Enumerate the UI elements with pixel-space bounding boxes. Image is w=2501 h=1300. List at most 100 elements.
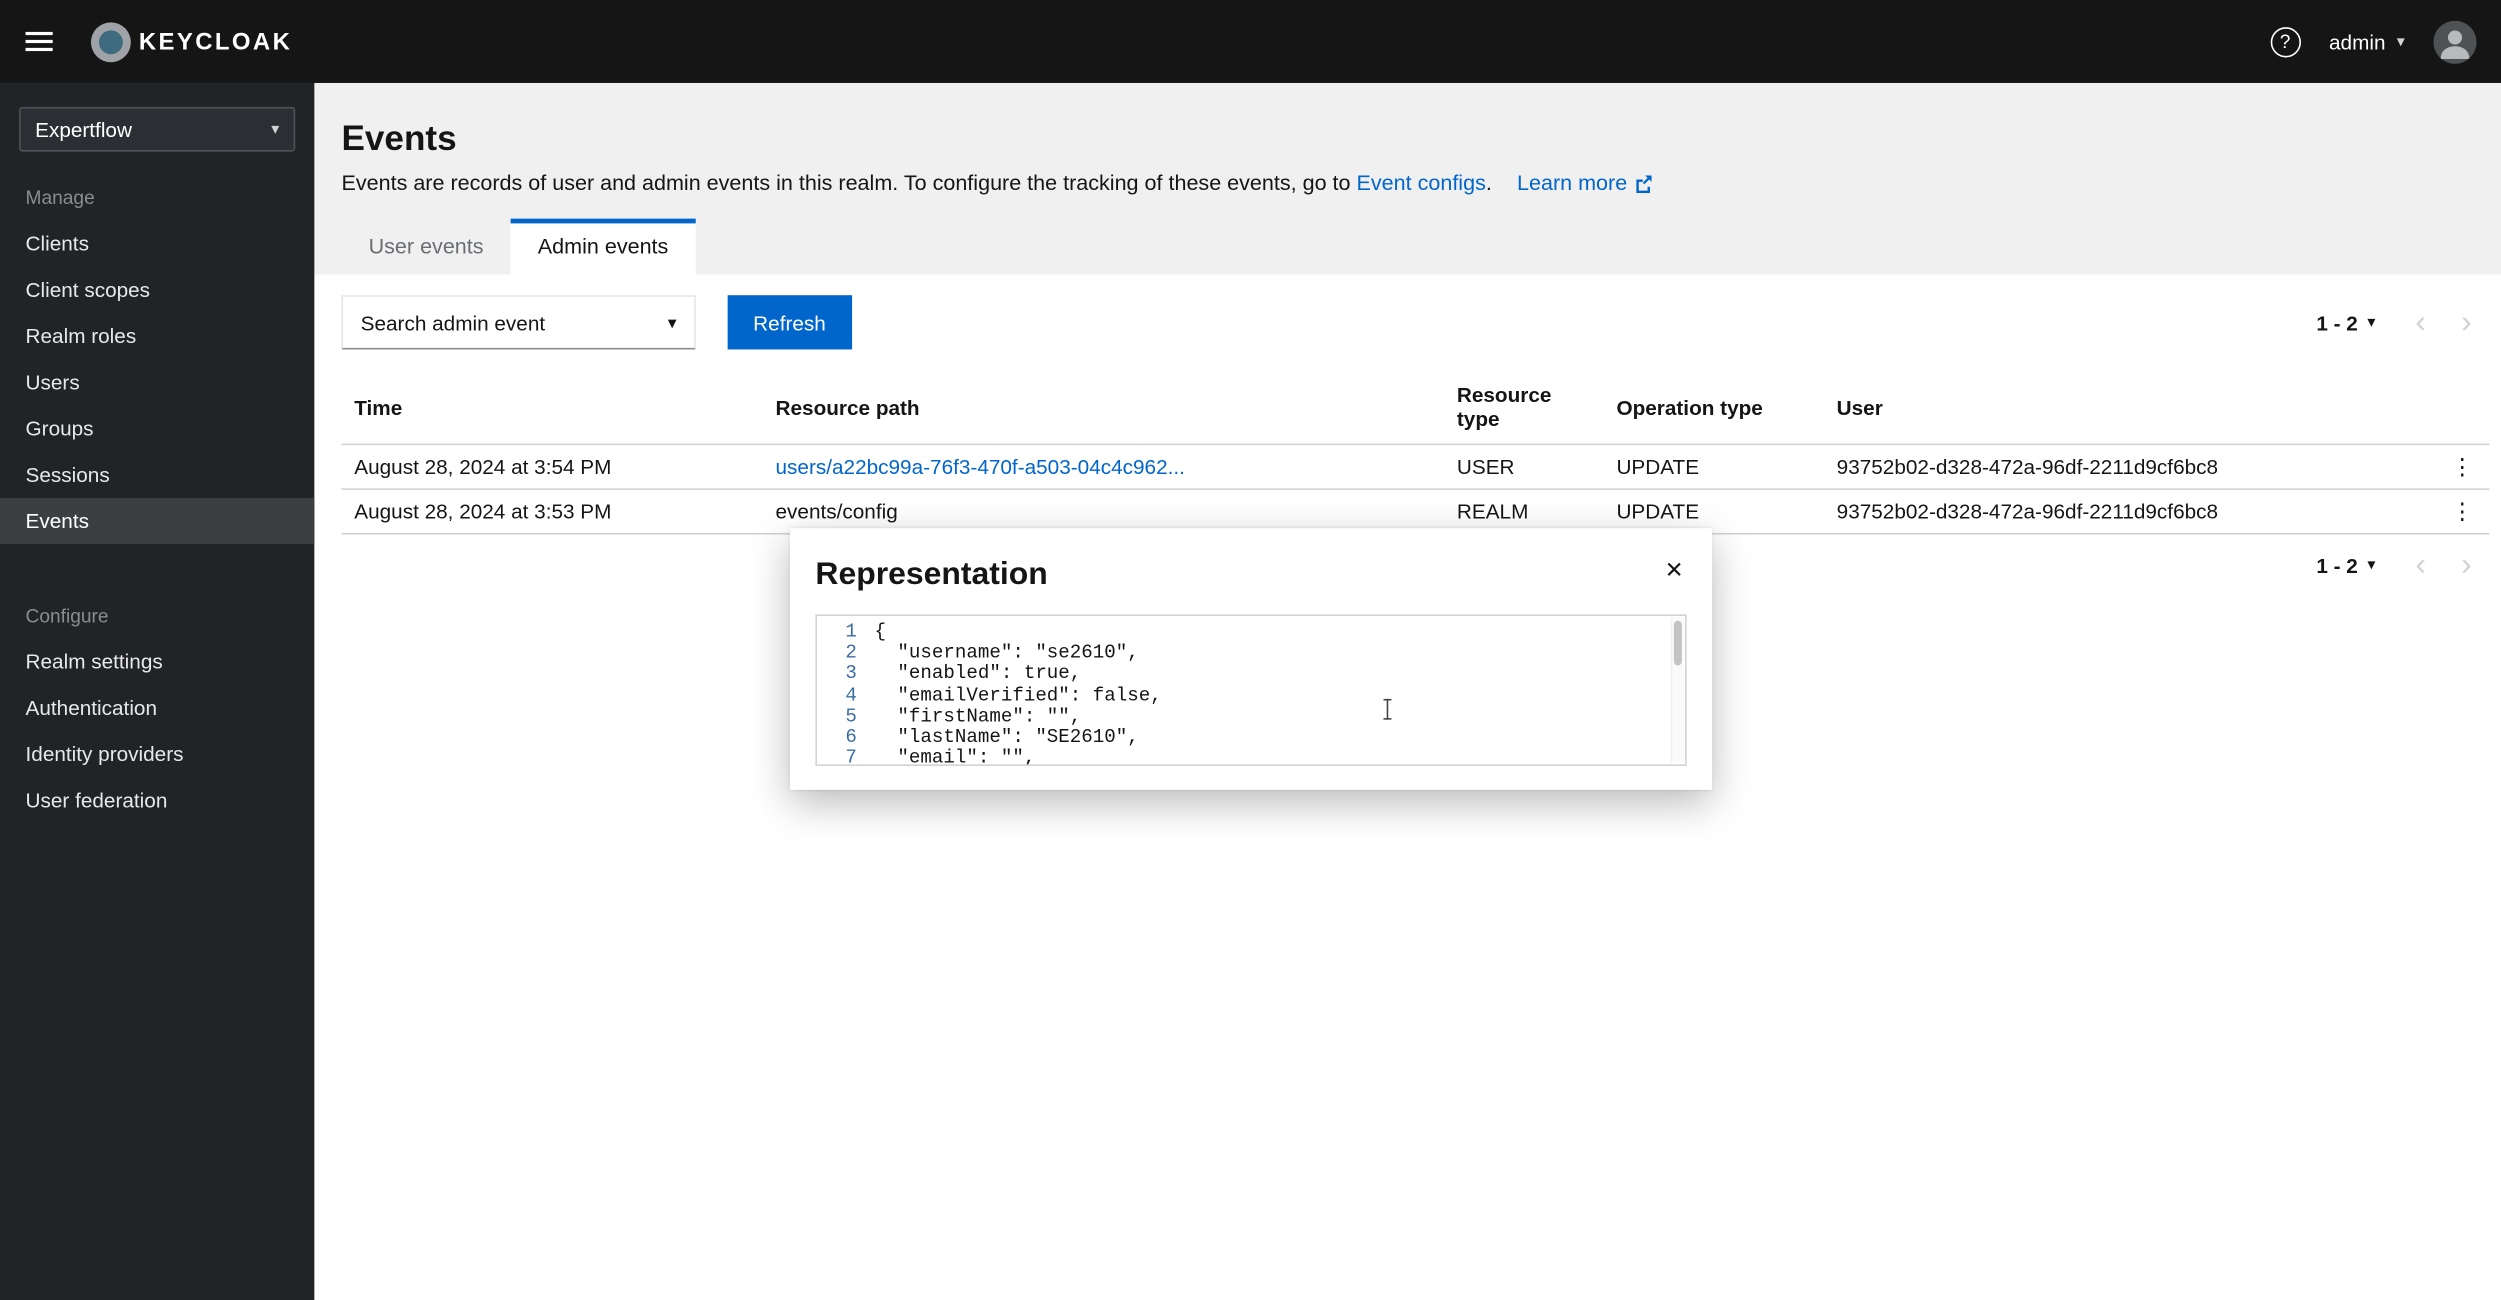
keycloak-logo: KEYCLOAK <box>91 22 292 62</box>
admin-events-table: Time Resource path Resource type Operati… <box>341 370 2489 534</box>
column-header-resource-type: Resource type <box>1444 370 1604 443</box>
sidebar-item-users[interactable]: Users <box>0 359 314 405</box>
code-text: "lastName": "SE2610", <box>874 728 1138 749</box>
previous-page-button[interactable]: ‹ <box>2398 549 2444 581</box>
cell-user: 93752b02-d328-472a-96df-2211d9cf6bc8 <box>1824 445 2426 488</box>
pagination-top: 1 - 2 ▾ ‹ › <box>2316 306 2489 338</box>
sidebar-item-realm-settings[interactable]: Realm settings <box>0 638 314 684</box>
hamburger-bar <box>26 40 53 43</box>
resource-path-link[interactable]: users/a22bc99a-76f3-470f-a503-04c4c962..… <box>776 455 1185 479</box>
cell-operation-type: UPDATE <box>1604 490 1824 533</box>
code-line: 1{ <box>817 622 1685 643</box>
hamburger-menu-icon[interactable] <box>0 32 75 51</box>
code-text: "emailVerified": false, <box>874 686 1161 707</box>
kebab-menu-icon[interactable]: ⋮ <box>2435 495 2489 529</box>
help-icon[interactable]: ? <box>2270 26 2300 56</box>
page-header: Events Events are records of user and ad… <box>314 83 2501 274</box>
tab-user-events[interactable]: User events <box>341 219 510 275</box>
column-header-resource-path: Resource path <box>763 382 1444 431</box>
events-toolbar: Search admin event ▾ Refresh 1 - 2 ▾ ‹ › <box>341 295 2489 349</box>
page-title: Events <box>341 118 2474 159</box>
scrollbar-thumb[interactable] <box>1674 621 1682 666</box>
sidebar-item-client-scopes[interactable]: Client scopes <box>0 266 314 312</box>
next-page-button[interactable]: › <box>2444 549 2490 581</box>
representation-modal: Representation ✕ 1{ 2 "username": "se261… <box>790 528 1712 790</box>
brand-wordmark: KEYCLOAK <box>139 28 292 55</box>
masthead: KEYCLOAK ? admin ▾ <box>0 0 2501 83</box>
event-configs-link[interactable]: Event configs <box>1357 171 1486 195</box>
table-header-row: Time Resource path Resource type Operati… <box>341 370 2489 445</box>
modal-header: Representation ✕ <box>815 551 1686 594</box>
refresh-button[interactable]: Refresh <box>728 295 852 349</box>
cell-user: 93752b02-d328-472a-96df-2211d9cf6bc8 <box>1824 490 2426 533</box>
column-header-user: User <box>1824 382 2426 431</box>
code-text: "enabled": true, <box>874 664 1081 685</box>
username-label: admin <box>2329 30 2386 54</box>
hamburger-bar <box>26 32 53 35</box>
sidebar-item-groups[interactable]: Groups <box>0 405 314 451</box>
modal-title: Representation <box>815 557 1047 594</box>
line-number: 2 <box>817 643 874 664</box>
close-icon[interactable]: ✕ <box>1662 551 1687 591</box>
pagination-range: 1 - 2 <box>2316 553 2358 577</box>
line-number: 6 <box>817 728 874 749</box>
sidebar-item-realm-roles[interactable]: Realm roles <box>0 313 314 359</box>
kebab-menu-icon[interactable]: ⋮ <box>2435 450 2489 484</box>
nav-section-configure: Configure <box>0 579 314 638</box>
hamburger-bar <box>26 48 53 51</box>
sidebar: Expertflow ▾ Manage Clients Client scope… <box>0 83 314 1300</box>
external-link-icon <box>1634 173 1653 192</box>
masthead-actions: ? admin ▾ <box>2270 20 2501 63</box>
chevron-down-icon: ▾ <box>2397 33 2405 51</box>
column-header-actions <box>2425 394 2489 420</box>
cell-resource-path: events/config <box>763 490 1444 533</box>
sidebar-item-identity-providers[interactable]: Identity providers <box>0 731 314 777</box>
code-line: 4 "emailVerified": false, <box>817 686 1685 707</box>
nav-section-gap <box>0 544 314 579</box>
chevron-down-icon[interactable]: ▾ <box>2367 556 2375 574</box>
chevron-down-icon: ▾ <box>271 120 279 138</box>
editor-scrollbar[interactable] <box>1671 618 1684 763</box>
line-number: 4 <box>817 686 874 707</box>
chevron-down-icon[interactable]: ▾ <box>2367 314 2375 332</box>
next-page-button[interactable]: › <box>2444 306 2490 338</box>
code-line: 5 "firstName": "", <box>817 707 1685 728</box>
cell-operation-type: UPDATE <box>1604 445 1824 488</box>
text-cursor-icon <box>1387 699 1389 720</box>
realm-selector[interactable]: Expertflow ▾ <box>19 107 295 152</box>
sidebar-item-clients[interactable]: Clients <box>0 220 314 266</box>
learn-more-link[interactable]: Learn more <box>1517 171 1653 195</box>
sidebar-item-authentication[interactable]: Authentication <box>0 685 314 731</box>
line-number: 1 <box>817 622 874 643</box>
search-admin-event-select[interactable]: Search admin event ▾ <box>341 295 695 349</box>
line-number: 5 <box>817 707 874 728</box>
column-header-time: Time <box>341 382 762 431</box>
previous-page-button[interactable]: ‹ <box>2398 306 2444 338</box>
code-text: "username": "se2610", <box>874 643 1138 664</box>
cell-resource-type: USER <box>1444 445 1604 488</box>
avatar[interactable] <box>2433 20 2476 63</box>
app: KEYCLOAK ? admin ▾ Expertflow ▾ Manage C… <box>0 0 2501 1300</box>
chevron-down-icon: ▾ <box>668 312 677 333</box>
code-text: "firstName": "", <box>874 707 1081 728</box>
code-editor[interactable]: 1{ 2 "username": "se2610", 3 "enabled": … <box>815 614 1686 766</box>
pagination-range: 1 - 2 <box>2316 310 2358 334</box>
user-menu[interactable]: admin ▾ <box>2329 30 2405 54</box>
code-line: 7 "email": "", <box>817 749 1685 766</box>
tabs: User events Admin events <box>341 219 2474 275</box>
line-number: 7 <box>817 749 874 766</box>
description-period: . <box>1486 171 1492 195</box>
realm-name: Expertflow <box>35 117 132 141</box>
sidebar-item-user-federation[interactable]: User federation <box>0 777 314 823</box>
cell-time: August 28, 2024 at 3:53 PM <box>341 490 762 533</box>
learn-more-label: Learn more <box>1517 171 1627 195</box>
sidebar-item-sessions[interactable]: Sessions <box>0 452 314 498</box>
tab-admin-events[interactable]: Admin events <box>511 219 696 275</box>
table-row: August 28, 2024 at 3:54 PM users/a22bc99… <box>341 445 2489 490</box>
description-text: Events are records of user and admin eve… <box>341 171 1356 195</box>
cell-resource-type: REALM <box>1444 490 1604 533</box>
column-header-operation-type: Operation type <box>1604 382 1824 431</box>
sidebar-item-events[interactable]: Events <box>0 498 314 544</box>
search-select-label: Search admin event <box>361 310 546 334</box>
cell-time: August 28, 2024 at 3:54 PM <box>341 445 762 488</box>
